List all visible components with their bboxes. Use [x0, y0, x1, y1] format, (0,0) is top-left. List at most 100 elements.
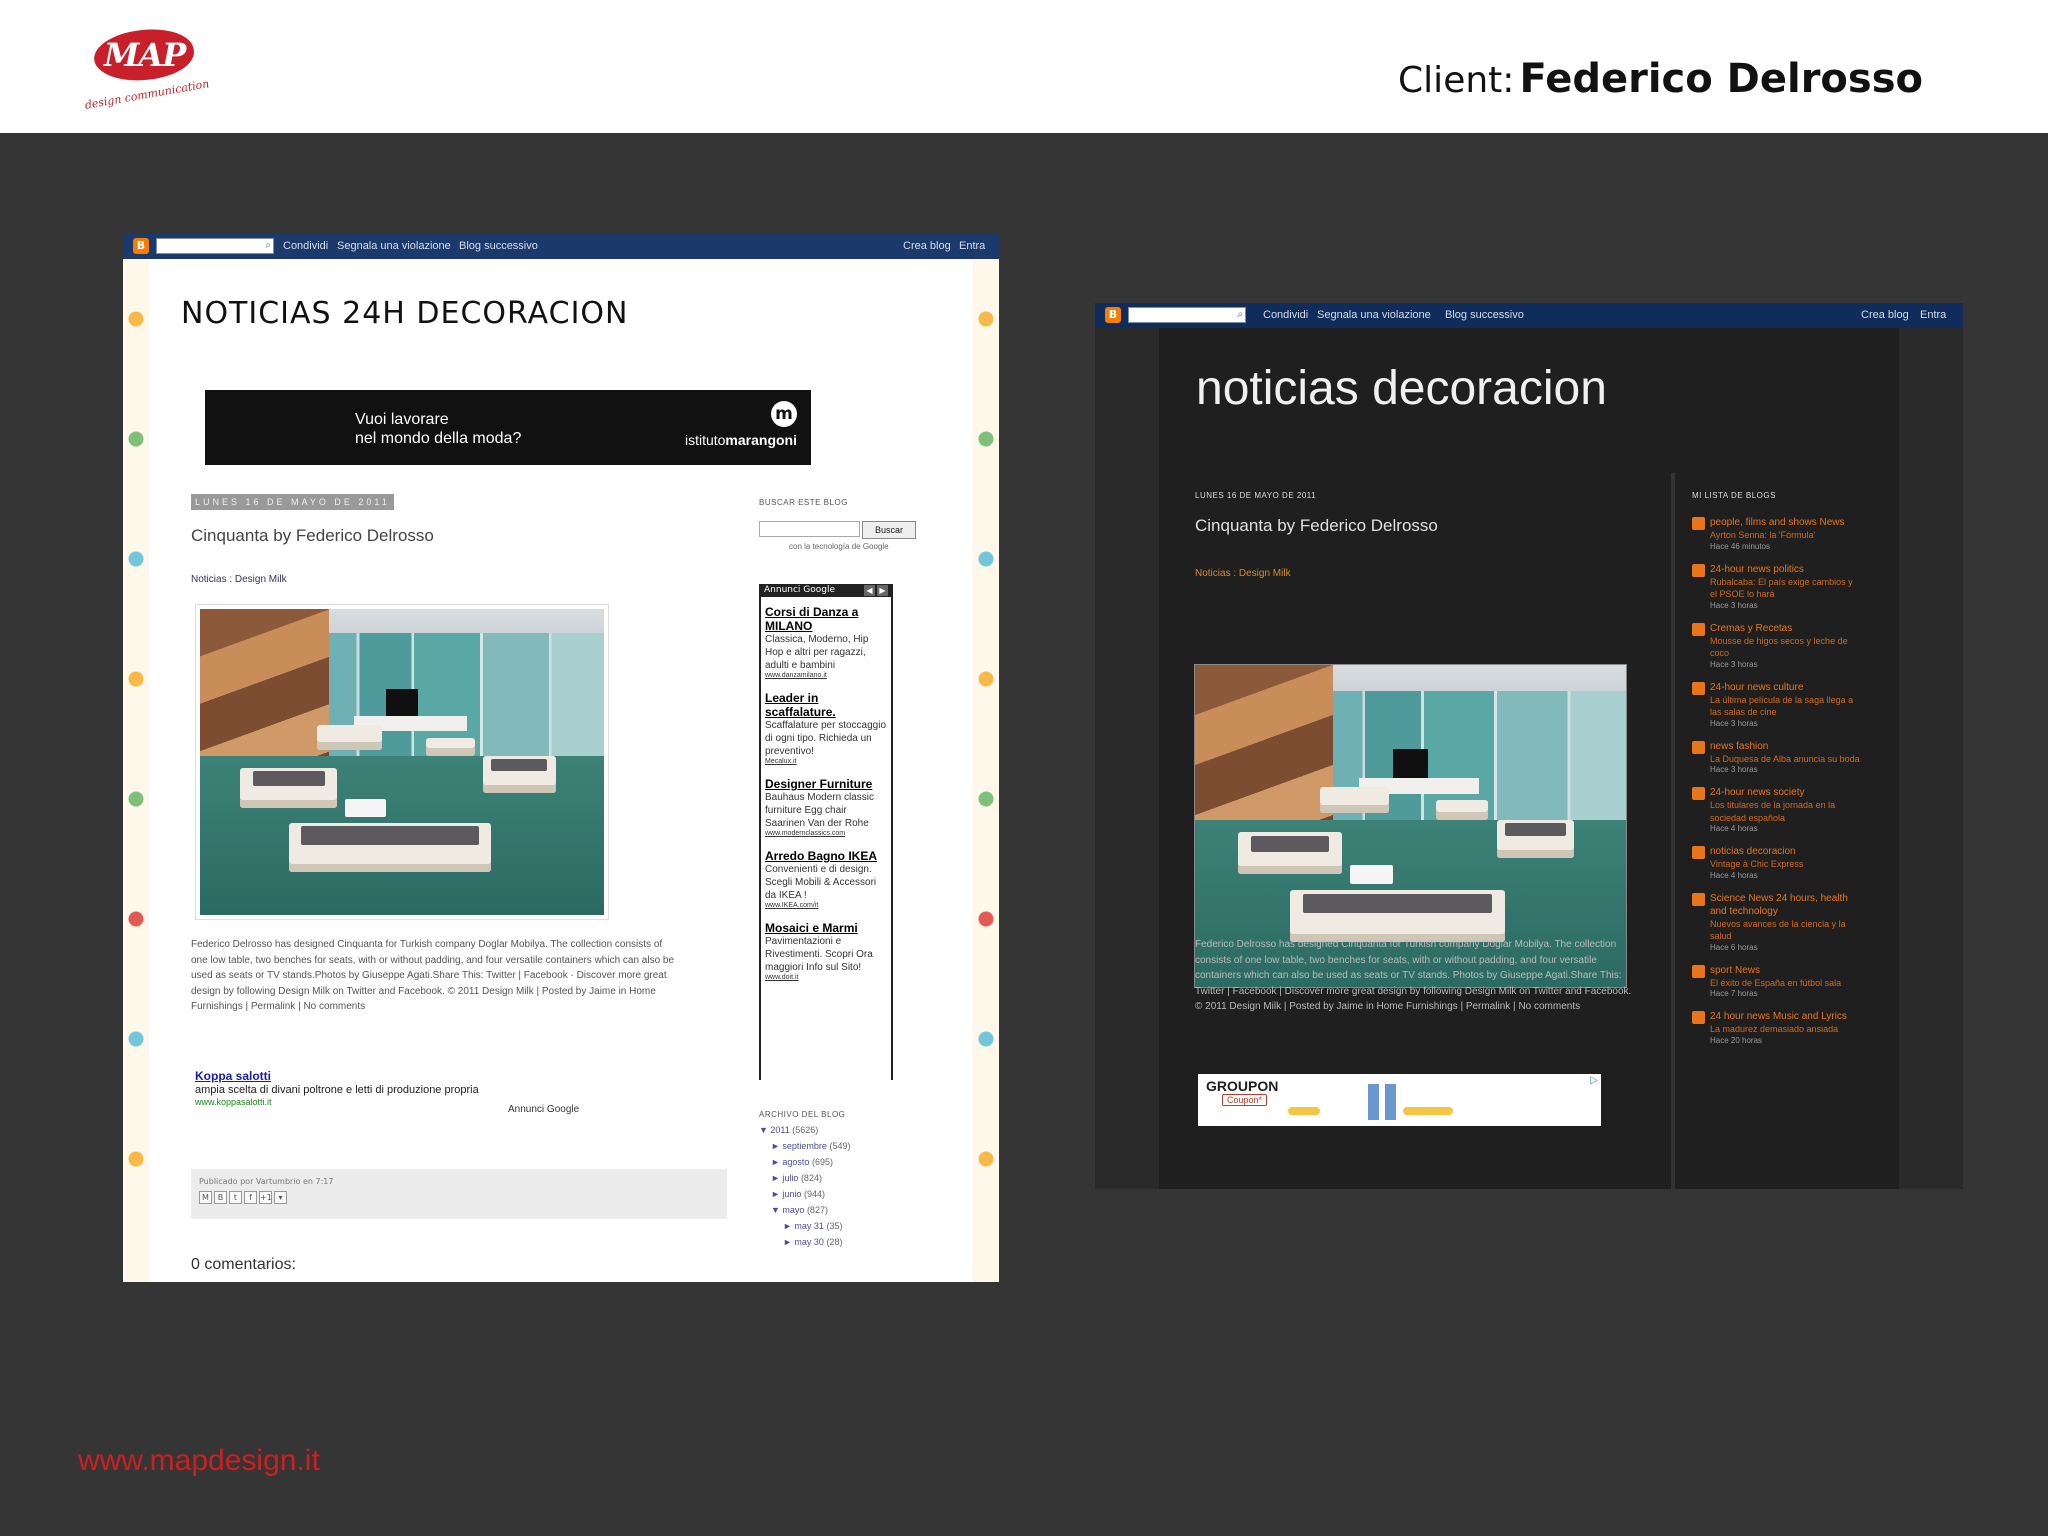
blogger-feed-icon	[1692, 740, 1705, 754]
post-title[interactable]: Cinquanta by Federico Delrosso	[191, 526, 434, 546]
prev-arrow-icon[interactable]: ◀	[864, 585, 875, 596]
blog-search-input[interactable]	[759, 521, 860, 537]
post-title[interactable]: Cinquanta by Federico Delrosso	[1195, 516, 1438, 536]
blog-archive: ARCHIVO DEL BLOG ▼ 2011 (5626) ► septiem…	[759, 1110, 919, 1247]
ads-by-google[interactable]: Annunci Google	[508, 1104, 579, 1115]
sidebar-ad[interactable]: Arredo Bagno IKEA Convenienti e di desig…	[761, 841, 891, 913]
client-heading: Client: Federico Delrosso	[1398, 56, 1923, 102]
bloglist-item[interactable]: Science News 24 hours, health and techno…	[1692, 892, 1862, 952]
posted-by: Publicado por Vartumbrio en 7:17	[199, 1177, 334, 1186]
search-heading: BUSCAR ESTE BLOG	[759, 498, 848, 507]
blogger-icon[interactable]: B	[133, 238, 149, 254]
ads-header: Annunci Google ◀ ▶	[761, 584, 891, 597]
post-tags[interactable]: Noticias : Design Milk	[191, 574, 287, 585]
navbar-link-share[interactable]: Condividi	[1263, 309, 1308, 321]
archive-item[interactable]: ► julio (824)	[759, 1173, 919, 1183]
blogger-feed-icon	[1692, 964, 1705, 978]
navbar-link-next-blog[interactable]: Blog successivo	[1445, 309, 1524, 321]
sidebar-ad-url[interactable]: Mecalux.it	[765, 758, 887, 765]
archive-item[interactable]: ► may 31 (35)	[759, 1221, 919, 1231]
inline-ad-title[interactable]: Koppa salotti	[195, 1069, 479, 1083]
navbar-link-report[interactable]: Segnala una violazione	[1317, 309, 1431, 321]
groupon-cta[interactable]	[1288, 1107, 1320, 1115]
search-icon[interactable]: ⌕	[265, 240, 271, 252]
bloglist-item[interactable]: news fashion La Duquesa de Alba anuncia s…	[1692, 740, 1862, 774]
bloglist-item[interactable]: sport News El éxito de España en fútbol s…	[1692, 964, 1862, 998]
sidebar-ad[interactable]: Designer Furniture Bauhaus Modern classi…	[761, 769, 891, 841]
sidebar-ad-url[interactable]: www.doit.it	[765, 974, 887, 981]
bloglist-item[interactable]: Cremas y Recetas Mousse de higos secos y …	[1692, 622, 1862, 669]
inline-text-ad[interactable]: Koppa salotti ampia scelta di divani pol…	[195, 1069, 479, 1107]
post-tags[interactable]: Noticias : Design Milk	[1195, 568, 1291, 579]
groupon-cta[interactable]	[1403, 1107, 1453, 1115]
bloglist-item[interactable]: people, films and shows News Ayrton Senna…	[1692, 516, 1862, 551]
search-icon[interactable]: ⌕	[1237, 309, 1243, 321]
sidebar-ad-url[interactable]: www.modernclassics.com	[765, 830, 887, 837]
sidebar-ad-title[interactable]: Corsi di Danza a MILANO	[765, 605, 887, 633]
sidebar-ad[interactable]: Corsi di Danza a MILANO Classica, Modern…	[761, 597, 891, 683]
archive-item[interactable]: ► septiembre (549)	[759, 1141, 919, 1151]
navbar-link-create-blog[interactable]: Crea blog	[903, 240, 951, 252]
sidebar-ad-title[interactable]: Arredo Bagno IKEA	[765, 849, 887, 863]
archive-item[interactable]: ► may 30 (28)	[759, 1237, 919, 1247]
post-date: LUNES 16 DE MAYO DE 2011	[1195, 491, 1317, 500]
plus-one-icon[interactable]: +1	[259, 1191, 272, 1204]
ads-header-label: Annunci Google	[764, 585, 836, 595]
navbar-link-share[interactable]: Condividi	[283, 240, 328, 252]
navbar-search-input[interactable]: ⌕	[156, 238, 274, 254]
navbar-link-create-blog[interactable]: Crea blog	[1861, 309, 1909, 321]
bloglist-item[interactable]: noticias decoracion Vintage à Chic Expres…	[1692, 845, 1862, 880]
slide-header: MAP design communication Client: Federic…	[0, 0, 2048, 133]
inline-ad-url[interactable]: www.koppasalotti.it	[195, 1097, 479, 1107]
sidebar-ad[interactable]: Mosaici e Marmi Pavimentazioni e Rivesti…	[761, 913, 891, 985]
groupon-coupon: Coupon*	[1222, 1094, 1268, 1106]
blogger-feed-icon	[1692, 563, 1705, 577]
navbar-link-sign-in[interactable]: Entra	[959, 240, 985, 252]
sidebar-ad-title[interactable]: Designer Furniture	[765, 777, 887, 791]
bloglist-item[interactable]: 24 hour news Music and Lyrics La madurez …	[1692, 1010, 1862, 1045]
blogger-feed-icon	[1692, 1011, 1705, 1024]
sidebar-ad[interactable]: Leader in scaffalature. Scaffalature per…	[761, 683, 891, 769]
banner-text-line1: Vuoi lavorare	[355, 411, 449, 428]
navbar-search-input[interactable]: ⌕	[1128, 307, 1246, 323]
sidebar-ads: Annunci Google ◀ ▶ Corsi di Danza a MILA…	[759, 584, 893, 1080]
post-date: LUNES 16 DE MAYO DE 2011	[191, 494, 394, 510]
bloglist-item[interactable]: 24-hour news politics Rubalcaba: El país …	[1692, 563, 1862, 610]
archive-item[interactable]: ► agosto (695)	[759, 1157, 919, 1167]
paw-print-border-right	[973, 259, 999, 1282]
twitter-icon[interactable]: t	[229, 1191, 242, 1204]
sidebar-ad-title[interactable]: Mosaici e Marmi	[765, 921, 887, 935]
archive-item[interactable]: ► junio (944)	[759, 1189, 919, 1199]
navbar-link-report[interactable]: Segnala una violazione	[337, 240, 451, 252]
email-icon[interactable]: M	[199, 1191, 212, 1204]
sidebar-ad-url[interactable]: www.IKEA.com/it	[765, 902, 887, 909]
banner-ad[interactable]: Vuoi lavorare nel mondo della moda? m is…	[205, 390, 811, 465]
navbar-link-next-blog[interactable]: Blog successivo	[459, 240, 538, 252]
post-photo[interactable]	[195, 604, 609, 920]
adchoices-icon[interactable]: ▷	[1590, 1075, 1598, 1086]
more-share-icon[interactable]: ▾	[274, 1191, 287, 1204]
groupon-ad[interactable]: GROUPON Coupon* ▷	[1198, 1074, 1601, 1126]
bloglist-item[interactable]: 24-hour news society Los titulares de la …	[1692, 786, 1862, 833]
blogger-icon[interactable]: B	[1105, 307, 1121, 323]
post-body: Federico Delrosso has designed Cinquanta…	[191, 939, 675, 1012]
sidebar-ad-url[interactable]: www.danzamilano.it	[765, 672, 887, 679]
sidebar-divider	[1671, 473, 1675, 1189]
sidebar-ad-desc: Classica, Moderno, Hip Hop e altri per r…	[765, 634, 869, 671]
blogger-feed-icon	[1692, 517, 1705, 530]
blog-title[interactable]: noticias decoracion	[1196, 361, 1607, 416]
footer-url[interactable]: www.mapdesign.it	[78, 1444, 320, 1478]
sidebar-ad-title[interactable]: Leader in scaffalature.	[765, 691, 887, 719]
next-arrow-icon[interactable]: ▶	[877, 585, 888, 596]
blogthis-icon[interactable]: B	[214, 1191, 227, 1204]
facebook-icon[interactable]: f	[244, 1191, 257, 1204]
navbar-link-sign-in[interactable]: Entra	[1920, 309, 1946, 321]
search-button[interactable]: Buscar	[862, 521, 916, 539]
blogger-feed-icon	[1692, 622, 1705, 636]
archive-item[interactable]: ▼ mayo (827)	[759, 1205, 919, 1215]
sidebar-ad-desc: Pavimentazioni e Rivestimenti. Scopri Or…	[765, 936, 873, 973]
blog-title[interactable]: Noticias 24h decoracion	[181, 296, 628, 331]
archive-item[interactable]: ▼ 2011 (5626)	[759, 1125, 919, 1135]
bloglist-item[interactable]: 24-hour news culture La última película d…	[1692, 681, 1862, 728]
blogger-navbar: B ⌕ Condividi Segnala una violazione Blo…	[1095, 303, 1963, 328]
